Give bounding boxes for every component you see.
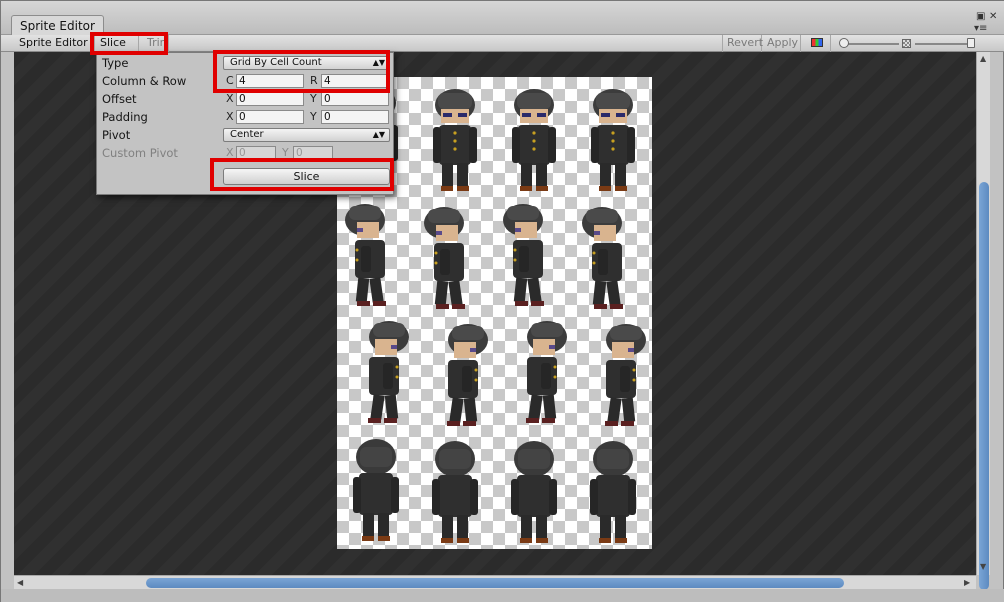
window-tab[interactable]: Sprite Editor <box>11 15 104 35</box>
vertical-scroll-thumb[interactable] <box>979 182 989 590</box>
zoom-slider[interactable] <box>843 43 899 45</box>
pivot-value: Center <box>230 129 264 140</box>
slice-popup: Type Grid By Cell Count ▲▼ Column & Row … <box>96 52 394 195</box>
offset-y-label: Y <box>310 92 317 105</box>
row-count-field[interactable]: 4 <box>321 74 389 88</box>
offset-x-field[interactable]: 0 <box>236 92 304 106</box>
horizontal-scrollbar[interactable]: ◀ ▶ <box>14 575 976 589</box>
color-channel-toggle[interactable] <box>807 35 831 52</box>
vertical-scrollbar[interactable]: ▲ ▼ <box>976 52 990 590</box>
zoom-slider-knob[interactable] <box>839 38 849 48</box>
trim-button[interactable]: Trim <box>143 35 169 52</box>
custom-pivot-x-field: 0 <box>236 146 276 160</box>
offset-x-label: X <box>226 92 234 105</box>
maximize-icon[interactable]: ▣ <box>976 11 985 22</box>
title-bar: Sprite Editor ▣ ✕ ▾≡ <box>1 1 1004 35</box>
window-menu-icon[interactable]: ▾≡ <box>974 23 987 34</box>
apply-button[interactable]: Apply <box>763 35 801 52</box>
type-dropdown[interactable]: Grid By Cell Count ▲▼ <box>223 56 390 70</box>
scroll-down-icon[interactable]: ▼ <box>980 562 986 571</box>
revert-label: Revert <box>727 36 764 49</box>
padding-x-label: X <box>226 110 234 123</box>
custom-pivot-y-field: 0 <box>293 146 333 160</box>
bottom-strip <box>1 589 1004 602</box>
slice-apply-button[interactable]: Slice <box>223 168 390 185</box>
updown-arrows-icon: ▲▼ <box>372 58 385 67</box>
slice-menu-label: Slice <box>100 36 126 49</box>
r-axis-label: R <box>310 74 318 87</box>
apply-label: Apply <box>767 36 799 49</box>
trim-label: Trim <box>147 36 169 49</box>
mode-dropdown[interactable]: Sprite Editor <box>15 35 95 52</box>
rgb-channel-icon <box>811 38 823 47</box>
type-value: Grid By Cell Count <box>230 57 322 68</box>
mode-label: Sprite Editor <box>19 36 88 49</box>
alpha-icon <box>902 39 911 48</box>
slice-menu-button[interactable]: Slice ⇕ <box>96 35 139 65</box>
updown-arrows-icon: ▲▼ <box>372 130 385 139</box>
revert-button[interactable]: Revert <box>722 35 764 52</box>
close-icon[interactable]: ✕ <box>989 11 997 22</box>
toolbar: Sprite Editor Slice ⇕ Trim Revert Apply <box>1 35 1004 65</box>
padding-y-label: Y <box>310 110 317 123</box>
pivot-label: Pivot <box>102 128 131 142</box>
scroll-left-icon[interactable]: ◀ <box>17 578 23 587</box>
pivot-dropdown[interactable]: Center ▲▼ <box>223 128 390 142</box>
padding-y-field[interactable]: 0 <box>321 110 389 124</box>
column-row-label: Column & Row <box>102 74 187 88</box>
scroll-right-icon[interactable]: ▶ <box>964 578 970 587</box>
padding-label: Padding <box>102 110 148 124</box>
column-count-field[interactable]: 4 <box>236 74 304 88</box>
mip-slider-knob[interactable] <box>967 38 975 48</box>
type-label: Type <box>102 56 129 70</box>
c-axis-label: C <box>226 74 234 87</box>
scroll-up-icon[interactable]: ▲ <box>980 54 986 63</box>
custom-y-label: Y <box>282 146 289 159</box>
mip-slider[interactable] <box>915 43 971 45</box>
padding-x-field[interactable]: 0 <box>236 110 304 124</box>
custom-pivot-label: Custom Pivot <box>102 146 178 160</box>
custom-x-label: X <box>226 146 234 159</box>
horizontal-scroll-thumb[interactable] <box>146 578 844 588</box>
offset-y-field[interactable]: 0 <box>321 92 389 106</box>
offset-label: Offset <box>102 92 137 106</box>
sprite-editor-window: Sprite Editor ▣ ✕ ▾≡ Sprite Editor Slice… <box>0 0 1004 602</box>
